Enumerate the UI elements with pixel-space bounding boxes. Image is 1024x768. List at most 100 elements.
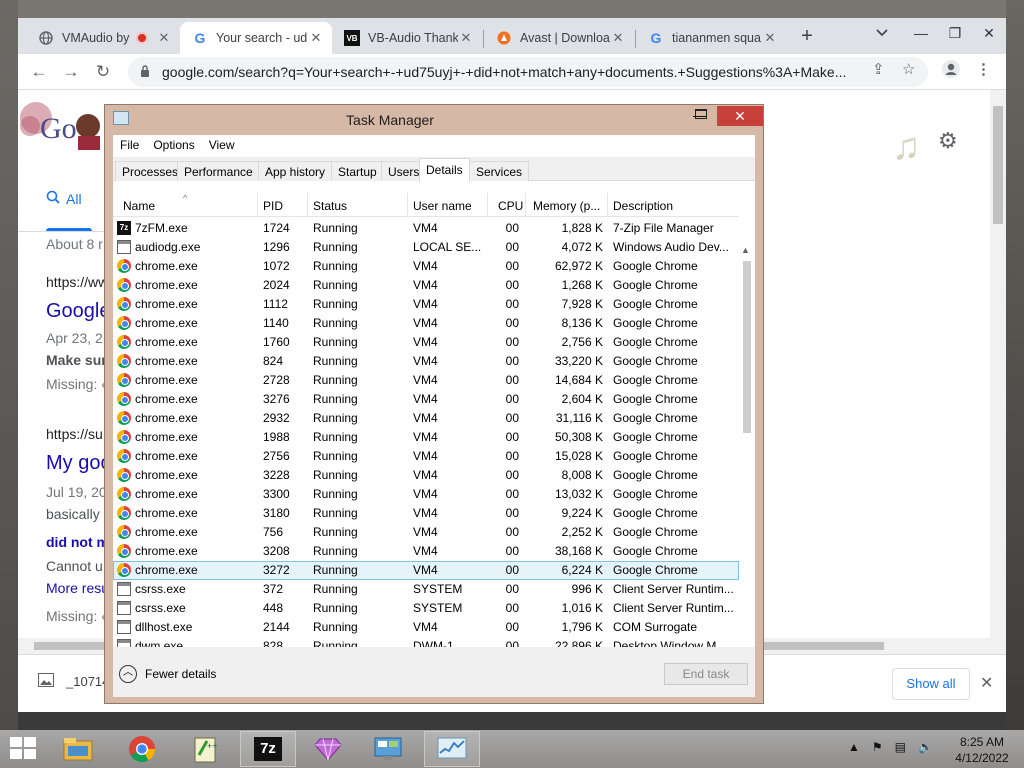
- maximize-icon[interactable]: [695, 109, 707, 119]
- tab-services[interactable]: Services: [469, 161, 530, 181]
- task-manager-titlebar[interactable]: Task Manager — ✕: [105, 105, 763, 133]
- reload-icon[interactable]: ↻: [90, 60, 116, 84]
- tab-app-history[interactable]: App history: [258, 161, 333, 181]
- control-panel-icon[interactable]: [360, 731, 416, 767]
- scrollbar-thumb[interactable]: [993, 106, 1003, 224]
- table-row[interactable]: 7z 7zFM.exe 1724 Running VM4 00 1,828 K 7-Zip F…: [113, 219, 739, 238]
- tab-tiananmen[interactable]: G tiananmen squa ✕: [636, 22, 786, 54]
- table-row[interactable]: dwm.exe 828 Running DWM-1 00 22,896 K Desktop …: [113, 637, 739, 647]
- table-row[interactable]: chrome.exe 3228 Running VM4 00 8,008 K Google …: [113, 466, 739, 485]
- profile-avatar-icon[interactable]: [942, 60, 960, 82]
- column-separator[interactable]: [607, 193, 608, 217]
- column-separator[interactable]: [407, 193, 408, 217]
- volume-icon[interactable]: 🔈: [918, 740, 933, 754]
- table-row[interactable]: chrome.exe 824 Running VM4 00 33,220 K Google …: [113, 352, 739, 371]
- close-window-icon[interactable]: ✕: [972, 18, 1006, 48]
- tab-startup[interactable]: Startup: [331, 161, 384, 181]
- tab-performance[interactable]: Performance: [177, 161, 260, 181]
- gear-icon[interactable]: ⚙: [938, 128, 958, 154]
- tab-processes[interactable]: Processes: [115, 161, 186, 181]
- result-title-link[interactable]: My goo: [46, 452, 108, 475]
- result-cite[interactable]: https://su: [46, 426, 108, 442]
- close-tab-icon[interactable]: ✕: [156, 30, 172, 46]
- diamond-icon[interactable]: [300, 731, 356, 767]
- table-row[interactable]: chrome.exe 3276 Running VM4 00 2,604 K Google …: [113, 390, 739, 409]
- column-header-pid[interactable]: PID: [263, 199, 283, 213]
- table-row[interactable]: chrome.exe 756 Running VM4 00 2,252 K Google C…: [113, 523, 739, 542]
- close-tab-icon[interactable]: ✕: [458, 30, 474, 46]
- table-row[interactable]: dllhost.exe 2144 Running VM4 00 1,796 K COM Su…: [113, 618, 739, 637]
- close-tab-icon[interactable]: ✕: [308, 30, 324, 46]
- fewer-details-button[interactable]: ︿ Fewer details: [119, 665, 216, 683]
- table-row[interactable]: chrome.exe 3272 Running VM4 00 6,224 K Google …: [113, 561, 739, 580]
- tab-your-search[interactable]: G Your search - ud ✕: [180, 22, 332, 54]
- close-window-icon[interactable]: ✕: [717, 106, 763, 126]
- close-tab-icon[interactable]: ✕: [610, 30, 626, 46]
- new-tab-button[interactable]: +: [794, 24, 820, 50]
- file-explorer-icon[interactable]: [50, 731, 106, 767]
- scroll-up-icon[interactable]: ▲: [741, 245, 750, 255]
- table-row[interactable]: chrome.exe 2024 Running VM4 00 1,268 K Google …: [113, 276, 739, 295]
- table-row[interactable]: csrss.exe 372 Running SYSTEM 00 996 K Client S…: [113, 580, 739, 599]
- clock[interactable]: 8:25 AM 4/12/2022: [950, 734, 1014, 766]
- table-row[interactable]: chrome.exe 1072 Running VM4 00 62,972 K Google…: [113, 257, 739, 276]
- column-separator[interactable]: [487, 193, 488, 217]
- tab-avast[interactable]: Avast | Downloa ✕: [484, 22, 634, 54]
- tab-details[interactable]: Details: [419, 158, 470, 182]
- table-row[interactable]: chrome.exe 3180 Running VM4 00 9,224 K Google …: [113, 504, 739, 523]
- search-tab-all[interactable]: All: [46, 190, 82, 207]
- table-row[interactable]: csrss.exe 448 Running SYSTEM 00 1,016 K Client…: [113, 599, 739, 618]
- maximize-icon[interactable]: ❐: [938, 18, 972, 48]
- column-header-description[interactable]: Description: [613, 199, 673, 213]
- column-header-name[interactable]: Name: [123, 199, 155, 213]
- table-row[interactable]: chrome.exe 1112 Running VM4 00 7,928 K Google …: [113, 295, 739, 314]
- tab-vmaudio[interactable]: VMAudio by ✕: [26, 22, 180, 54]
- share-icon[interactable]: ⇪: [872, 60, 885, 78]
- task-manager-taskbar-icon[interactable]: [424, 731, 480, 767]
- column-header-status[interactable]: Status: [313, 199, 347, 213]
- table-row[interactable]: chrome.exe 1988 Running VM4 00 50,308 K Google…: [113, 428, 739, 447]
- column-separator[interactable]: [307, 193, 308, 217]
- close-tab-icon[interactable]: ✕: [762, 30, 778, 46]
- notepad-plus-icon[interactable]: ++: [178, 731, 234, 767]
- end-task-button[interactable]: End task: [664, 663, 748, 685]
- result-cite[interactable]: https://ww: [46, 274, 108, 290]
- result-title-link[interactable]: Google: [46, 300, 108, 323]
- table-row[interactable]: audiodg.exe 1296 Running LOCAL SE... 00 4,072…: [113, 238, 739, 257]
- table-row[interactable]: chrome.exe 1140 Running VM4 00 8,136 K Google …: [113, 314, 739, 333]
- column-header-memory[interactable]: Memory (p...: [533, 199, 600, 213]
- menu-options[interactable]: Options: [146, 135, 201, 155]
- 7zip-taskbar-icon[interactable]: 7z: [240, 731, 296, 767]
- menu-view[interactable]: View: [202, 135, 242, 155]
- show-all-button[interactable]: Show all: [892, 668, 970, 700]
- table-vertical-scrollbar[interactable]: ▲ ▼: [739, 243, 755, 697]
- tab-vb-audio[interactable]: VB VB-Audio Thank ✕: [332, 22, 482, 54]
- bookmark-star-icon[interactable]: ☆: [902, 60, 915, 78]
- show-hidden-icons-chevron-icon[interactable]: ▲: [848, 740, 860, 754]
- minimize-icon[interactable]: —: [904, 18, 938, 48]
- more-results-link[interactable]: More resu: [46, 580, 108, 596]
- forward-arrow-icon[interactable]: →: [58, 60, 84, 84]
- windows-start-icon[interactable]: [10, 737, 38, 761]
- close-icon[interactable]: ✕: [980, 673, 993, 693]
- menu-file[interactable]: File: [113, 135, 146, 155]
- tab-search-chevron-icon[interactable]: [876, 26, 888, 40]
- column-separator[interactable]: [525, 193, 526, 217]
- back-arrow-icon[interactable]: ←: [26, 60, 52, 84]
- kebab-menu-icon[interactable]: ⋮: [976, 60, 991, 78]
- vertical-scrollbar[interactable]: [990, 90, 1006, 654]
- address-bar[interactable]: google.com/search?q=Your+search+-+ud75uy…: [128, 57, 928, 87]
- column-separator[interactable]: [257, 193, 258, 217]
- table-row[interactable]: chrome.exe 3300 Running VM4 00 13,032 K Google…: [113, 485, 739, 504]
- action-center-flag-icon[interactable]: ⚑: [872, 740, 883, 754]
- table-row[interactable]: chrome.exe 1760 Running VM4 00 2,756 K Google …: [113, 333, 739, 352]
- table-row[interactable]: chrome.exe 2932 Running VM4 00 31,116 K Google…: [113, 409, 739, 428]
- column-header-cpu[interactable]: CPU: [498, 199, 523, 213]
- column-header-user[interactable]: User name: [413, 199, 472, 213]
- download-item[interactable]: _10714: [38, 673, 109, 690]
- chrome-taskbar-icon[interactable]: [114, 731, 170, 767]
- scrollbar-thumb[interactable]: [743, 261, 751, 433]
- table-row[interactable]: chrome.exe 2756 Running VM4 00 15,028 K Google…: [113, 447, 739, 466]
- network-icon[interactable]: ▤: [895, 740, 906, 754]
- table-row[interactable]: chrome.exe 3208 Running VM4 00 38,168 K Google…: [113, 542, 739, 561]
